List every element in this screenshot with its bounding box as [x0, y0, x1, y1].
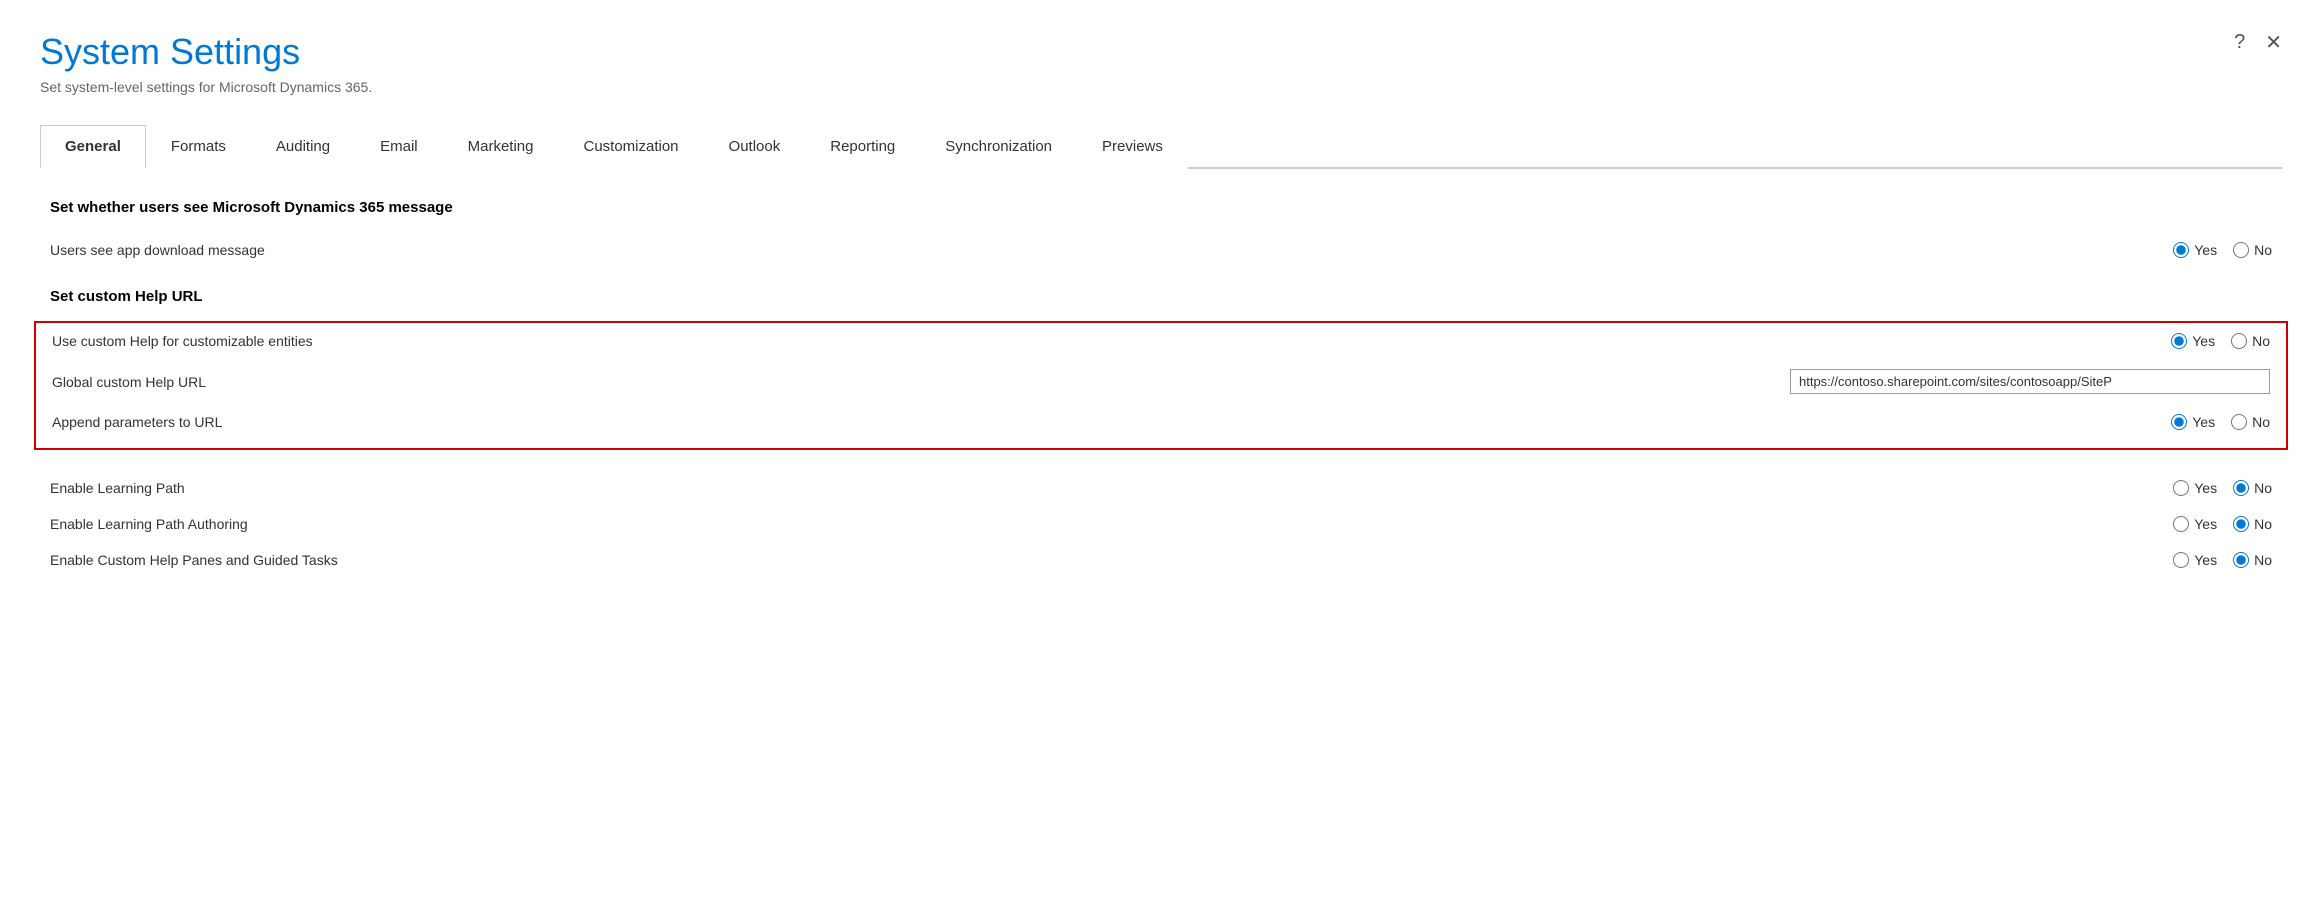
radio-label-yes: Yes: [2194, 242, 2217, 258]
dialog-action-buttons: ? ✕: [2234, 30, 2282, 55]
setting-label-custom-help: Use custom Help for customizable entitie…: [52, 333, 2010, 349]
setting-row-enable-learning-path: Enable Learning Path Yes No: [50, 470, 2272, 506]
setting-control-custom-help-panes: Yes No: [2012, 552, 2272, 568]
radio-append-params-no[interactable]: No: [2231, 414, 2270, 430]
tab-synchronization[interactable]: Synchronization: [920, 125, 1077, 169]
setting-label-append-params: Append parameters to URL: [52, 414, 2010, 430]
radio-lp-authoring-yes[interactable]: Yes: [2173, 516, 2217, 532]
message-section-title: Set whether users see Microsoft Dynamics…: [50, 199, 2272, 216]
system-settings-dialog: System Settings Set system-level setting…: [0, 0, 2322, 917]
radio-label-no-lp: No: [2254, 480, 2272, 496]
radio-input-app-download-no[interactable]: [2233, 242, 2249, 258]
setting-row-app-download: Users see app download message Yes No: [50, 232, 2272, 268]
help-button[interactable]: ?: [2234, 31, 2245, 54]
radio-custom-help-no[interactable]: No: [2231, 333, 2270, 349]
radio-custom-help-yes[interactable]: Yes: [2171, 333, 2215, 349]
radio-input-lp-authoring-yes[interactable]: [2173, 516, 2189, 532]
radio-input-chp-no[interactable]: [2233, 552, 2249, 568]
help-url-section-title: Set custom Help URL: [50, 288, 2272, 305]
tab-auditing[interactable]: Auditing: [251, 125, 355, 169]
radio-lp-authoring-no[interactable]: No: [2233, 516, 2272, 532]
setting-row-global-help-url: Global custom Help URL: [52, 359, 2270, 404]
radio-chp-no[interactable]: No: [2233, 552, 2272, 568]
radio-append-params-yes[interactable]: Yes: [2171, 414, 2215, 430]
radio-label-no-append: No: [2252, 414, 2270, 430]
setting-control-append-params: Yes No: [2010, 414, 2270, 430]
learning-section: Enable Learning Path Yes No Enable Learn…: [50, 470, 2272, 578]
radio-input-app-download-yes[interactable]: [2173, 242, 2189, 258]
radio-input-learning-path-no[interactable]: [2233, 480, 2249, 496]
dialog-title: System Settings: [40, 30, 372, 73]
setting-label-custom-help-panes: Enable Custom Help Panes and Guided Task…: [50, 552, 2012, 568]
tab-formats[interactable]: Formats: [146, 125, 251, 169]
dialog-header: System Settings Set system-level setting…: [40, 30, 2282, 95]
setting-label-enable-learning-path: Enable Learning Path: [50, 480, 2012, 496]
title-area: System Settings Set system-level setting…: [40, 30, 372, 95]
radio-label-yes-lp: Yes: [2194, 480, 2217, 496]
help-url-outlined-section: Use custom Help for customizable entitie…: [34, 321, 2288, 450]
tab-email[interactable]: Email: [355, 125, 443, 169]
tab-outlook[interactable]: Outlook: [704, 125, 806, 169]
setting-row-custom-help-panes: Enable Custom Help Panes and Guided Task…: [50, 542, 2272, 578]
radio-app-download-no[interactable]: No: [2233, 242, 2272, 258]
radio-label-no: No: [2254, 242, 2272, 258]
setting-control-global-help-url: [1790, 369, 2270, 394]
radio-chp-yes[interactable]: Yes: [2173, 552, 2217, 568]
radio-label-yes-append: Yes: [2192, 414, 2215, 430]
setting-label-app-download: Users see app download message: [50, 242, 2012, 258]
radio-input-custom-help-yes[interactable]: [2171, 333, 2187, 349]
radio-learning-path-yes[interactable]: Yes: [2173, 480, 2217, 496]
setting-control-app-download: Yes No: [2012, 242, 2272, 258]
radio-learning-path-no[interactable]: No: [2233, 480, 2272, 496]
tab-bar: General Formats Auditing Email Marketing…: [40, 125, 2282, 169]
radio-label-yes-custom-help: Yes: [2192, 333, 2215, 349]
setting-control-learning-path-authoring: Yes No: [2012, 516, 2272, 532]
radio-input-custom-help-no[interactable]: [2231, 333, 2247, 349]
tab-previews[interactable]: Previews: [1077, 125, 1188, 169]
setting-row-append-params: Append parameters to URL Yes No: [52, 404, 2270, 440]
radio-label-yes-lpa: Yes: [2194, 516, 2217, 532]
tab-reporting[interactable]: Reporting: [805, 125, 920, 169]
radio-label-no-custom-help: No: [2252, 333, 2270, 349]
radio-label-no-chp: No: [2254, 552, 2272, 568]
dialog-subtitle: Set system-level settings for Microsoft …: [40, 79, 372, 95]
tab-general[interactable]: General: [40, 125, 146, 169]
radio-label-yes-chp: Yes: [2194, 552, 2217, 568]
setting-control-enable-learning-path: Yes No: [2012, 480, 2272, 496]
radio-input-lp-authoring-no[interactable]: [2233, 516, 2249, 532]
radio-input-chp-yes[interactable]: [2173, 552, 2189, 568]
radio-app-download-yes[interactable]: Yes: [2173, 242, 2217, 258]
close-button[interactable]: ✕: [2265, 30, 2282, 55]
radio-input-learning-path-yes[interactable]: [2173, 480, 2189, 496]
setting-control-custom-help: Yes No: [2010, 333, 2270, 349]
setting-row-custom-help: Use custom Help for customizable entitie…: [52, 323, 2270, 359]
radio-input-append-params-yes[interactable]: [2171, 414, 2187, 430]
radio-input-append-params-no[interactable]: [2231, 414, 2247, 430]
setting-label-global-help-url: Global custom Help URL: [52, 374, 1790, 390]
tab-content: Set whether users see Microsoft Dynamics…: [40, 199, 2282, 578]
radio-label-no-lpa: No: [2254, 516, 2272, 532]
setting-label-learning-path-authoring: Enable Learning Path Authoring: [50, 516, 2012, 532]
tab-customization[interactable]: Customization: [558, 125, 703, 169]
setting-row-learning-path-authoring: Enable Learning Path Authoring Yes No: [50, 506, 2272, 542]
global-help-url-input[interactable]: [1790, 369, 2270, 394]
tab-marketing[interactable]: Marketing: [443, 125, 559, 169]
